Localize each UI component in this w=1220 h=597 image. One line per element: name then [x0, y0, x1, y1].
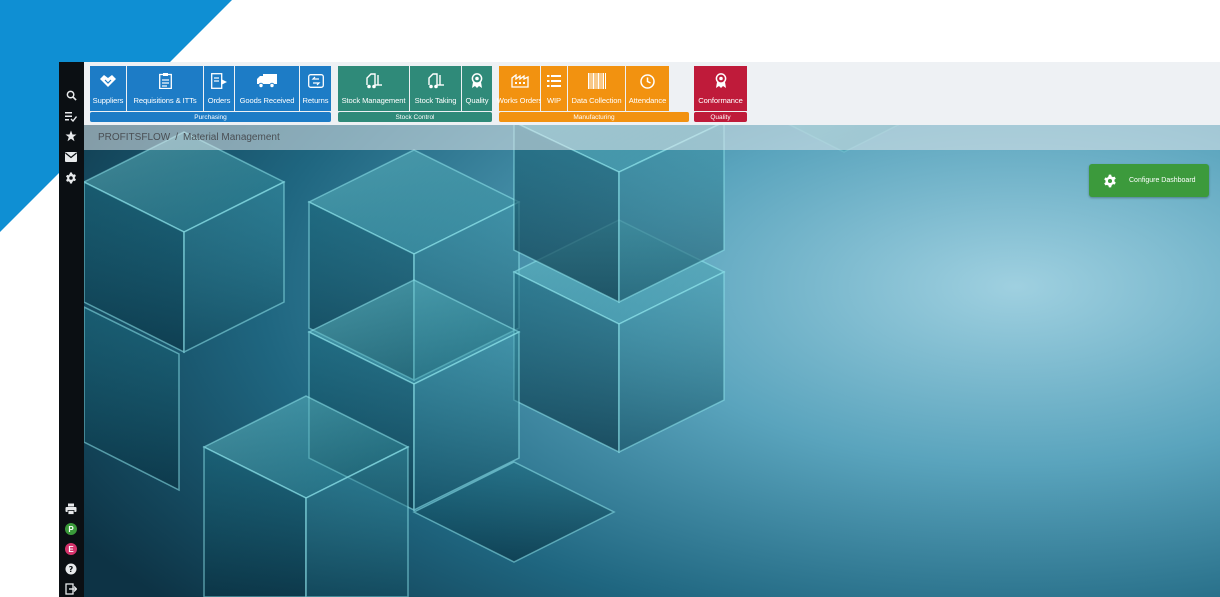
award-icon — [471, 66, 483, 96]
envelope-icon[interactable] — [63, 149, 79, 165]
group-label-purchasing: Purchasing — [90, 112, 331, 122]
forklift-icon — [427, 66, 445, 96]
factory-icon — [510, 66, 529, 96]
group-stock-control: Stock Management Stock Taking Quality St… — [338, 66, 492, 122]
tile-returns[interactable]: Returns — [300, 66, 331, 111]
award-icon — [715, 66, 727, 96]
tile-conformance[interactable]: Conformance — [694, 66, 747, 111]
tile-label: Data Collection — [571, 96, 622, 105]
left-sidebar: P E ? — [59, 62, 84, 597]
handshake-icon — [99, 66, 117, 96]
sign-out-icon[interactable] — [63, 581, 79, 597]
tile-label: Stock Management — [341, 96, 406, 105]
question-icon[interactable]: ? — [63, 561, 79, 577]
tile-attendance[interactable]: Attendance — [626, 66, 669, 111]
tile-requisitions[interactable]: Requisitions & ITTs — [127, 66, 203, 111]
star-icon[interactable] — [63, 128, 79, 144]
breadcrumb-separator: / — [175, 132, 179, 143]
tile-works-orders[interactable]: Works Orders — [496, 66, 543, 111]
checklist-icon — [158, 66, 172, 96]
gear-icon[interactable] — [63, 170, 79, 186]
list-check-icon[interactable] — [63, 108, 79, 124]
tile-quality-stock[interactable]: Quality — [462, 66, 492, 111]
print-icon[interactable] — [63, 501, 79, 517]
breadcrumb-root[interactable]: PROFITSFLOW — [98, 132, 170, 143]
tile-label: Requisitions & ITTs — [133, 96, 197, 105]
module-toolbar: Suppliers Requisitions & ITTs Orders Goo… — [84, 62, 1220, 125]
tile-label: Stock Taking — [414, 96, 457, 105]
user-avatar-e[interactable]: E — [65, 543, 77, 555]
tile-label: Returns — [302, 96, 329, 105]
list-icon — [547, 66, 561, 96]
group-label-stock-control: Stock Control — [338, 112, 492, 122]
group-label-manufacturing: Manufacturing — [499, 112, 689, 122]
configure-dashboard-button[interactable]: Configure Dashboard — [1089, 164, 1209, 197]
app-window: P E ? Suppliers Requisitions & ITTs Orde… — [59, 62, 1220, 597]
breadcrumb-current: Material Management — [183, 132, 280, 143]
tile-label: Attendance — [628, 96, 667, 105]
truck-icon — [257, 66, 277, 96]
tile-orders[interactable]: Orders — [204, 66, 234, 111]
tile-label: Works Orders — [496, 96, 543, 105]
configure-dashboard-label: Configure Dashboard — [1129, 177, 1196, 184]
tile-label: Suppliers — [92, 96, 124, 105]
tile-label: Conformance — [698, 96, 743, 105]
document-arrow-icon — [211, 66, 227, 96]
main-area: Suppliers Requisitions & ITTs Orders Goo… — [84, 62, 1220, 597]
forklift-icon — [365, 66, 383, 96]
group-purchasing: Suppliers Requisitions & ITTs Orders Goo… — [90, 66, 331, 122]
tile-label: Goods Received — [239, 96, 295, 105]
group-label-quality: Quality — [694, 112, 747, 122]
group-quality: Conformance Quality — [694, 66, 747, 122]
tile-suppliers[interactable]: Suppliers — [90, 66, 126, 111]
tile-wip[interactable]: WIP — [541, 66, 567, 111]
return-icon — [307, 66, 324, 96]
svg-text:?: ? — [69, 565, 74, 574]
tile-data-collection[interactable]: Data Collection — [568, 66, 625, 111]
group-manufacturing: Works Orders WIP Data Collection Attenda… — [496, 66, 689, 122]
tile-label: Quality — [465, 96, 489, 105]
tile-label: WIP — [546, 96, 562, 105]
gear-icon — [1104, 174, 1116, 187]
tile-stock-taking[interactable]: Stock Taking — [410, 66, 461, 111]
breadcrumb: PROFITSFLOW / Material Management — [84, 125, 1220, 150]
clock-icon — [640, 66, 655, 96]
user-avatar-p[interactable]: P — [65, 523, 77, 535]
barcode-icon — [587, 66, 606, 96]
search-icon[interactable] — [63, 87, 79, 103]
tile-goods-received[interactable]: Goods Received — [235, 66, 299, 111]
tile-stock-management[interactable]: Stock Management — [338, 66, 409, 111]
tile-label: Orders — [207, 96, 231, 105]
